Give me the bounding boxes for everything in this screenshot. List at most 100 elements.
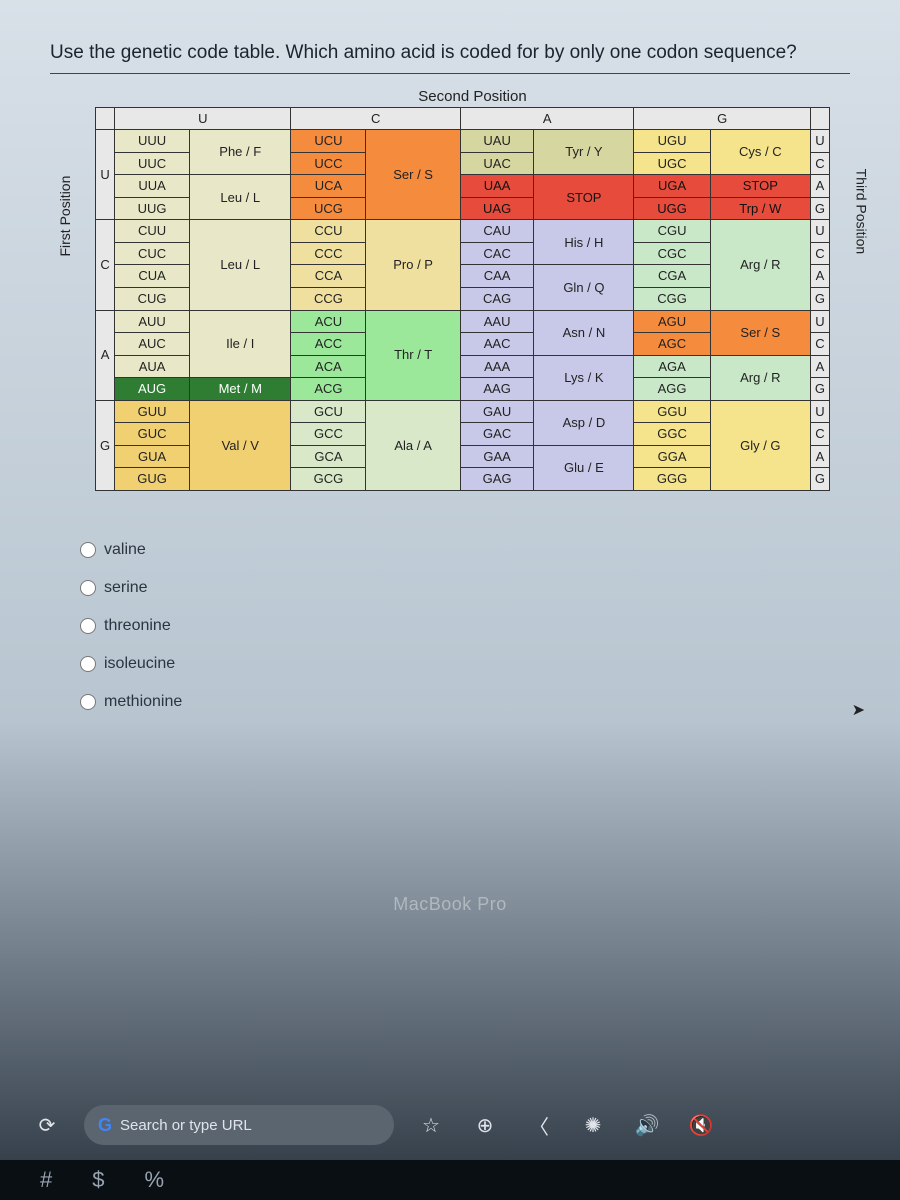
- codon-cell: AGA: [634, 355, 710, 378]
- codon-cell: AAA: [460, 355, 533, 378]
- row-header-G: G: [96, 400, 115, 490]
- codon-cell: AGU: [634, 310, 710, 333]
- codon-cell: UAG: [460, 197, 533, 220]
- codon-cell: GGC: [634, 423, 710, 446]
- row-header-A: A: [96, 310, 115, 400]
- aa-cell: His / H: [534, 220, 634, 265]
- codon-cell: CAU: [460, 220, 533, 243]
- aa-cell: Glu / E: [534, 445, 634, 490]
- key-$: $: [92, 1167, 104, 1193]
- codon-cell: GGA: [634, 445, 710, 468]
- codon-cell: GUC: [115, 423, 190, 446]
- codon-cell: CUG: [115, 287, 190, 310]
- third-pos-G: G: [810, 287, 829, 310]
- third-pos-C: C: [810, 152, 829, 175]
- codon-cell: UCU: [291, 130, 366, 153]
- first-position-label: First Position: [57, 176, 73, 257]
- radio-serine[interactable]: [80, 580, 96, 596]
- codon-cell: ACC: [291, 333, 366, 356]
- answer-options: valineserinethreonine isoleucine methionin…: [80, 531, 850, 721]
- codon-cell: CGG: [634, 287, 710, 310]
- radio-valine[interactable]: [80, 542, 96, 558]
- codon-cell: UUG: [115, 197, 190, 220]
- option-isoleucine[interactable]: isoleucine: [80, 645, 850, 683]
- mute-icon[interactable]: 🔇: [684, 1108, 718, 1142]
- codon-cell: ACA: [291, 355, 366, 378]
- third-pos-U: U: [810, 310, 829, 333]
- option-valine[interactable]: valine: [80, 531, 850, 569]
- option-serine[interactable]: serine: [80, 569, 850, 607]
- codon-cell: GCA: [291, 445, 366, 468]
- radio-methionine[interactable]: [80, 694, 96, 710]
- codon-cell: GAC: [460, 423, 533, 446]
- codon-table: UCAGUUUUPhe / FUCUSer / SUAUTyr / YUGUCy…: [95, 107, 830, 491]
- codon-cell: CUU: [115, 220, 190, 243]
- third-pos-U: U: [810, 400, 829, 423]
- laptop-brand-label: MacBook Pro: [393, 894, 507, 915]
- codon-cell: ACG: [291, 378, 366, 401]
- third-pos-A: A: [810, 175, 829, 198]
- option-label: isoleucine: [104, 655, 175, 673]
- codon-cell: CCC: [291, 242, 366, 265]
- codon-cell: AUU: [115, 310, 190, 333]
- keyboard-row: #$%: [0, 1160, 900, 1200]
- option-methionine[interactable]: methionine: [80, 683, 850, 721]
- col-header-c: C: [291, 107, 460, 130]
- search-placeholder: Search or type URL: [120, 1117, 252, 1134]
- google-logo-icon: G: [98, 1115, 112, 1136]
- codon-cell: AGC: [634, 333, 710, 356]
- new-tab-icon[interactable]: ⊕: [468, 1108, 502, 1142]
- codon-cell: UAU: [460, 130, 533, 153]
- codon-cell: UGU: [634, 130, 710, 153]
- brightness-icon[interactable]: ✺: [576, 1108, 610, 1142]
- third-pos-C: C: [810, 333, 829, 356]
- codon-cell: UGC: [634, 152, 710, 175]
- aa-cell: Lys / K: [534, 355, 634, 400]
- aa-cell: Gly / G: [710, 400, 810, 490]
- volume-icon[interactable]: 🔊: [630, 1108, 664, 1142]
- aa-cell: Gln / Q: [534, 265, 634, 310]
- codon-cell: AGG: [634, 378, 710, 401]
- codon-cell: AUG: [115, 378, 190, 401]
- codon-cell: UCA: [291, 175, 366, 198]
- aa-cell: Arg / R: [710, 220, 810, 310]
- codon-cell: CGC: [634, 242, 710, 265]
- codon-cell: UCC: [291, 152, 366, 175]
- star-bookmark-icon[interactable]: ☆: [414, 1108, 448, 1142]
- radio-threonine[interactable]: [80, 618, 96, 634]
- codon-cell: GUA: [115, 445, 190, 468]
- codon-cell: AAG: [460, 378, 533, 401]
- codon-cell: GAG: [460, 468, 533, 491]
- radio-isoleucine[interactable]: [80, 656, 96, 672]
- codon-cell: GGG: [634, 468, 710, 491]
- aa-cell: Phe / F: [190, 130, 291, 175]
- aa-cell: Ser / S: [710, 310, 810, 355]
- aa-cell: Leu / L: [190, 220, 291, 310]
- codon-cell: CGU: [634, 220, 710, 243]
- aa-cell: STOP: [534, 175, 634, 220]
- option-threonine[interactable]: threonine: [80, 607, 850, 645]
- codon-cell: CAC: [460, 242, 533, 265]
- aa-cell: Ala / A: [366, 400, 461, 490]
- third-pos-A: A: [810, 265, 829, 288]
- aa-cell: Thr / T: [366, 310, 461, 400]
- aa-cell: Pro / P: [366, 220, 461, 310]
- third-position-label: Third Position: [854, 169, 870, 255]
- codon-cell: GAU: [460, 400, 533, 423]
- aa-cell: Cys / C: [710, 130, 810, 175]
- third-pos-A: A: [810, 355, 829, 378]
- reload-icon[interactable]: ⟳: [30, 1108, 64, 1142]
- codon-cell: AAC: [460, 333, 533, 356]
- option-label: methionine: [104, 693, 182, 711]
- codon-cell: UCG: [291, 197, 366, 220]
- codon-cell: GCG: [291, 468, 366, 491]
- codon-cell: UAC: [460, 152, 533, 175]
- codon-cell: UUA: [115, 175, 190, 198]
- codon-cell: UAA: [460, 175, 533, 198]
- aa-cell: Met / M: [190, 378, 291, 401]
- aa-cell: Asn / N: [534, 310, 634, 355]
- aa-cell: Leu / L: [190, 175, 291, 220]
- address-bar[interactable]: G Search or type URL: [84, 1105, 394, 1145]
- back-icon[interactable]: 〈: [522, 1108, 556, 1142]
- codon-cell: CAA: [460, 265, 533, 288]
